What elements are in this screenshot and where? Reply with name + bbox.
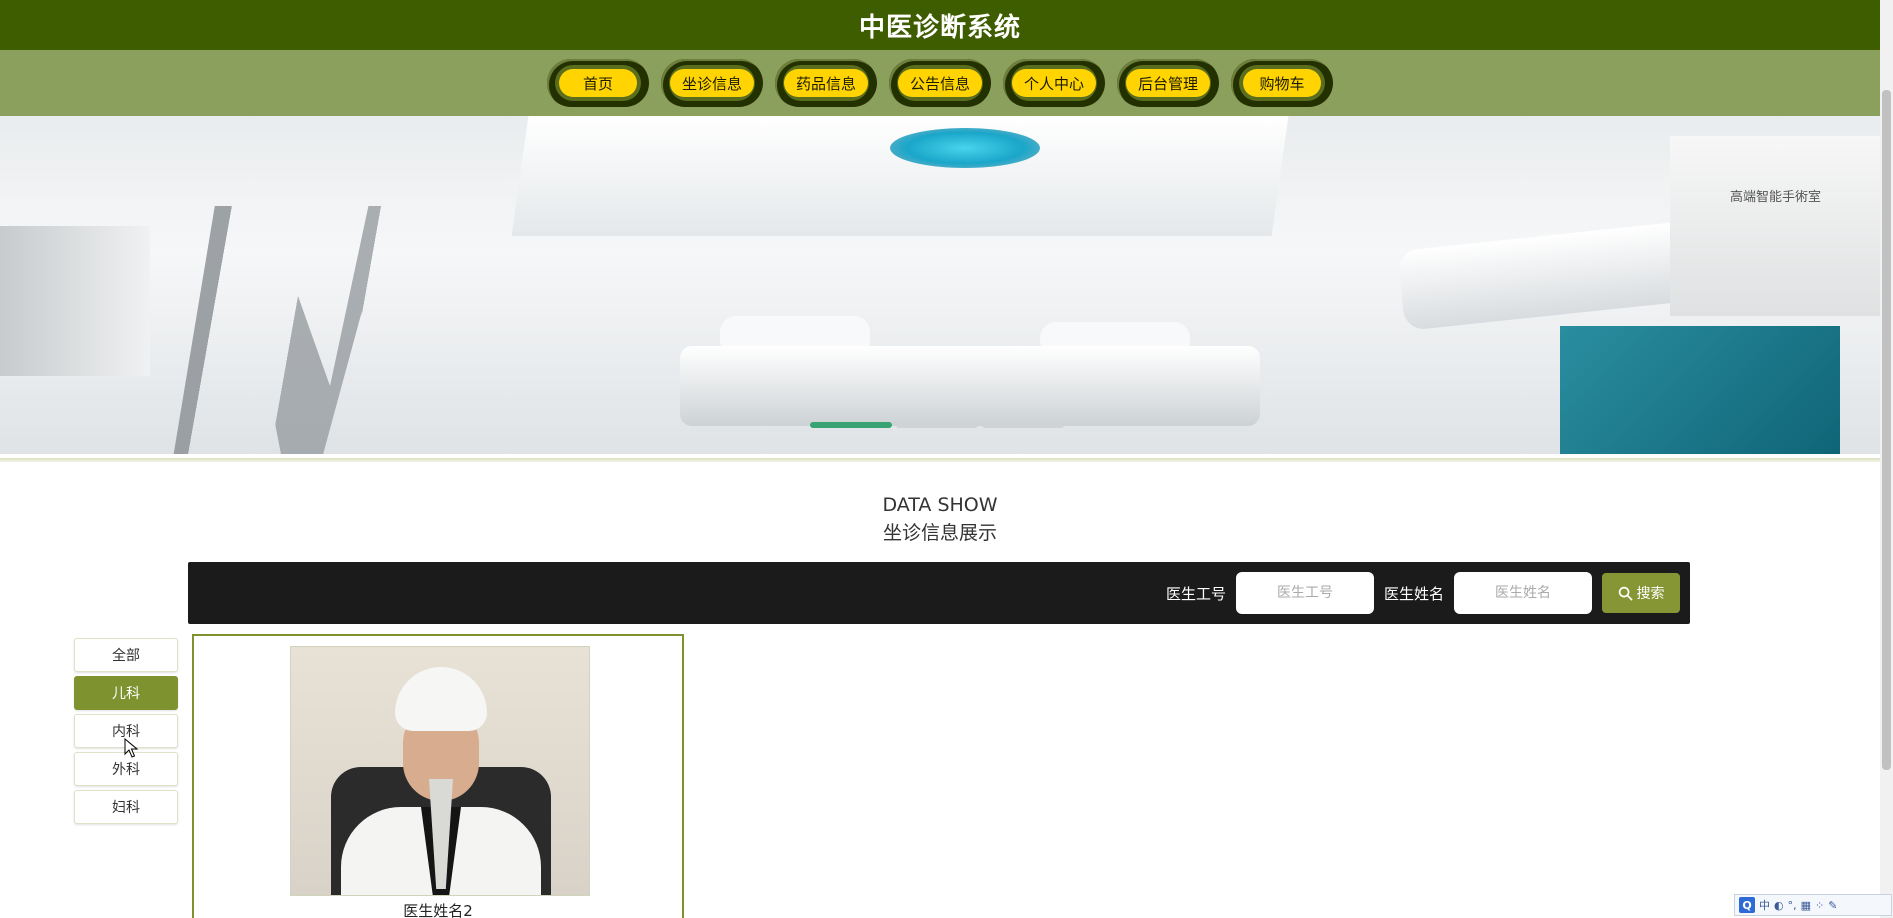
section-title-cn: 坐诊信息展示: [882, 522, 997, 544]
ime-logo-icon[interactable]: Q: [1739, 897, 1755, 913]
ime-keyboard-icon[interactable]: ▦: [1801, 899, 1811, 912]
nav-item-consultation[interactable]: 坐诊信息: [661, 59, 763, 107]
ime-grid-icon[interactable]: ⁘: [1815, 899, 1824, 912]
banner-wall-panel: [1670, 136, 1880, 316]
banner-letter-m: [170, 206, 426, 454]
slider-dot[interactable]: [982, 422, 1064, 428]
ime-punctuation-icon[interactable]: °,: [1788, 899, 1797, 912]
site-title: 中医诊断系统: [858, 12, 1021, 43]
doctor-name: 医生姓名2: [403, 902, 473, 918]
doctor-name-input[interactable]: [1454, 572, 1592, 614]
slider-indicators: [810, 422, 1064, 428]
search-bar: 医生工号 医生姓名 搜索: [188, 562, 1690, 624]
section-title-en: DATA SHOW: [882, 494, 998, 516]
nav-item-medicine[interactable]: 药品信息: [775, 59, 877, 107]
category-gynecology[interactable]: 妇科: [74, 790, 178, 824]
search-button-label: 搜索: [1636, 586, 1665, 602]
nav-label: 后台管理: [1125, 69, 1210, 97]
nav-label: 药品信息: [783, 69, 868, 97]
nav-label: 坐诊信息: [669, 69, 754, 97]
category-all[interactable]: 全部: [74, 638, 178, 672]
scrollbar-thumb[interactable]: [1882, 90, 1891, 770]
doctor-id-input[interactable]: [1235, 572, 1374, 614]
page: 中医诊断系统 首页 坐诊信息 药品信息 公告信息 个人中心 后台管理 购物车 高…: [0, 0, 1893, 918]
nav-item-cart[interactable]: 购物车: [1231, 59, 1333, 107]
ime-settings-icon[interactable]: ✎: [1828, 899, 1837, 912]
banner-sign: 高端智能手術室: [1730, 190, 1822, 205]
nav-label: 首页: [559, 69, 637, 97]
nav-item-profile[interactable]: 个人中心: [1003, 59, 1105, 107]
banner-wall: [0, 226, 150, 376]
ime-moon-icon[interactable]: ◐: [1774, 899, 1784, 912]
doctor-name-label: 医生姓名: [1383, 584, 1444, 603]
nav-label: 个人中心: [1011, 69, 1096, 97]
banner-ceiling: [511, 116, 1289, 236]
nav-item-home[interactable]: 首页: [547, 59, 649, 107]
search-button[interactable]: 搜索: [1602, 573, 1680, 613]
search-icon: [1618, 586, 1632, 600]
operating-bed: [680, 346, 1260, 426]
mouse-cursor-icon: [124, 738, 138, 758]
nav-label: 购物车: [1243, 69, 1321, 97]
doctor-id-label: 医生工号: [1165, 584, 1226, 603]
section-divider: [0, 458, 1880, 462]
doctor-card[interactable]: 医生姓名2: [192, 634, 684, 918]
surgical-lamp: [890, 128, 1040, 168]
ime-tray: Q 中 ◐ °, ▦ ⁘ ✎: [1734, 894, 1892, 916]
slider-dot[interactable]: [810, 422, 892, 428]
page-scrollbar[interactable]: [1880, 0, 1893, 918]
photo-cap: [395, 667, 487, 731]
teal-cabinet: [1560, 326, 1840, 454]
hero-banner[interactable]: 高端智能手術室: [0, 116, 1880, 454]
nav-item-admin[interactable]: 后台管理: [1117, 59, 1219, 107]
nav-label: 公告信息: [897, 69, 982, 97]
slider-dot[interactable]: [896, 422, 978, 428]
doctor-photo[interactable]: [290, 646, 590, 896]
category-pediatrics[interactable]: 儿科: [74, 676, 178, 710]
category-list: 全部 儿科 内科 外科 妇科: [74, 638, 178, 824]
main-nav: 首页 坐诊信息 药品信息 公告信息 个人中心 后台管理 购物车: [0, 50, 1880, 116]
nav-item-notice[interactable]: 公告信息: [889, 59, 991, 107]
top-header: 中医诊断系统: [0, 0, 1880, 50]
ime-mode[interactable]: 中: [1759, 897, 1770, 913]
